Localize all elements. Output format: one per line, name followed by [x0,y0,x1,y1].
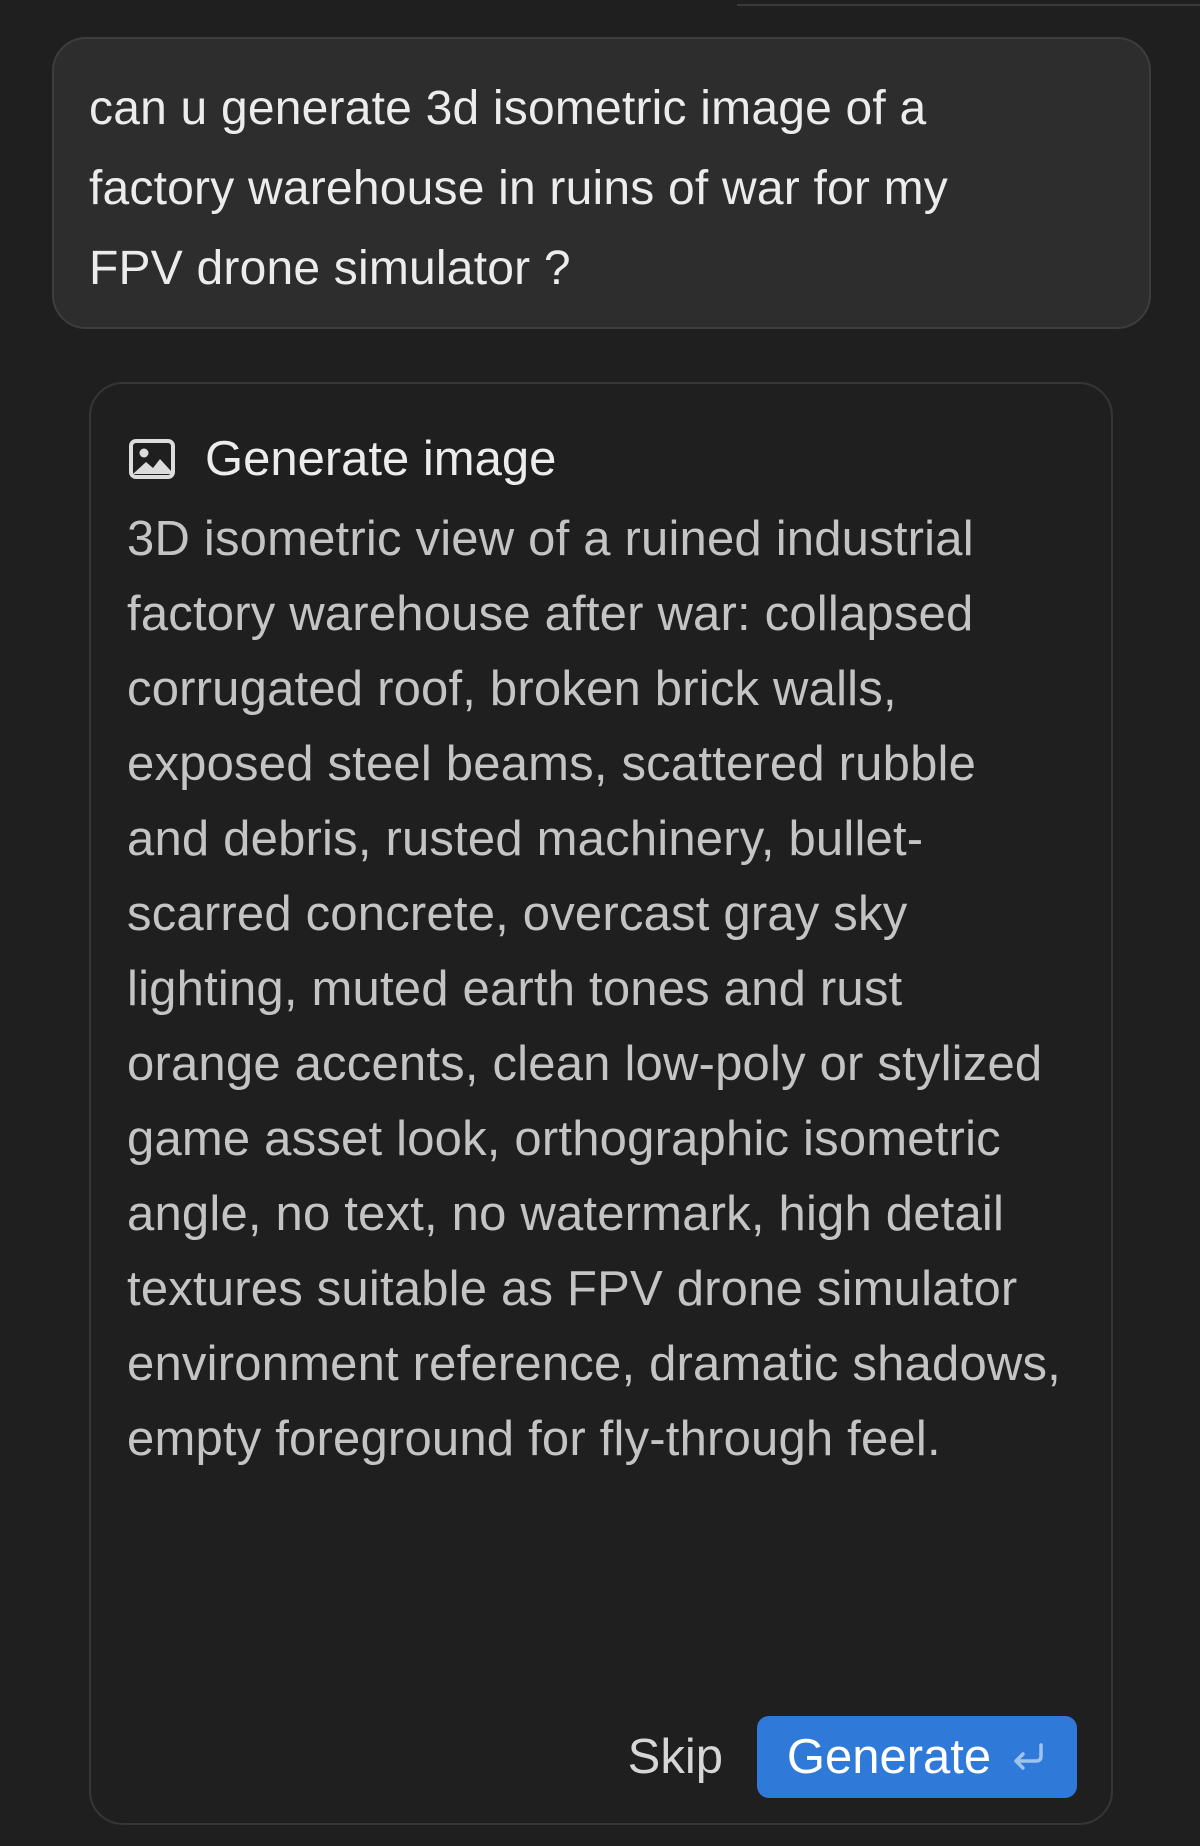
card-header: Generate image [129,424,556,494]
generate-button-label: Generate [786,1730,992,1784]
image-icon [129,439,175,479]
skip-button[interactable]: Skip [628,1729,723,1785]
generate-button[interactable]: Generate [757,1716,1077,1798]
card-actions: Skip Generate [628,1716,1077,1798]
top-divider [737,0,1200,6]
generate-image-card: Generate image 3D isometric view of a ru… [89,382,1113,1825]
return-icon [1014,1743,1043,1770]
image-prompt-text: 3D isometric view of a ruined industrial… [127,512,1061,1466]
card-title: Generate image [205,432,557,486]
user-message-bubble: can u generate 3d isometric image of a f… [52,37,1151,329]
user-message-text: can u generate 3d isometric image of a f… [89,82,948,295]
